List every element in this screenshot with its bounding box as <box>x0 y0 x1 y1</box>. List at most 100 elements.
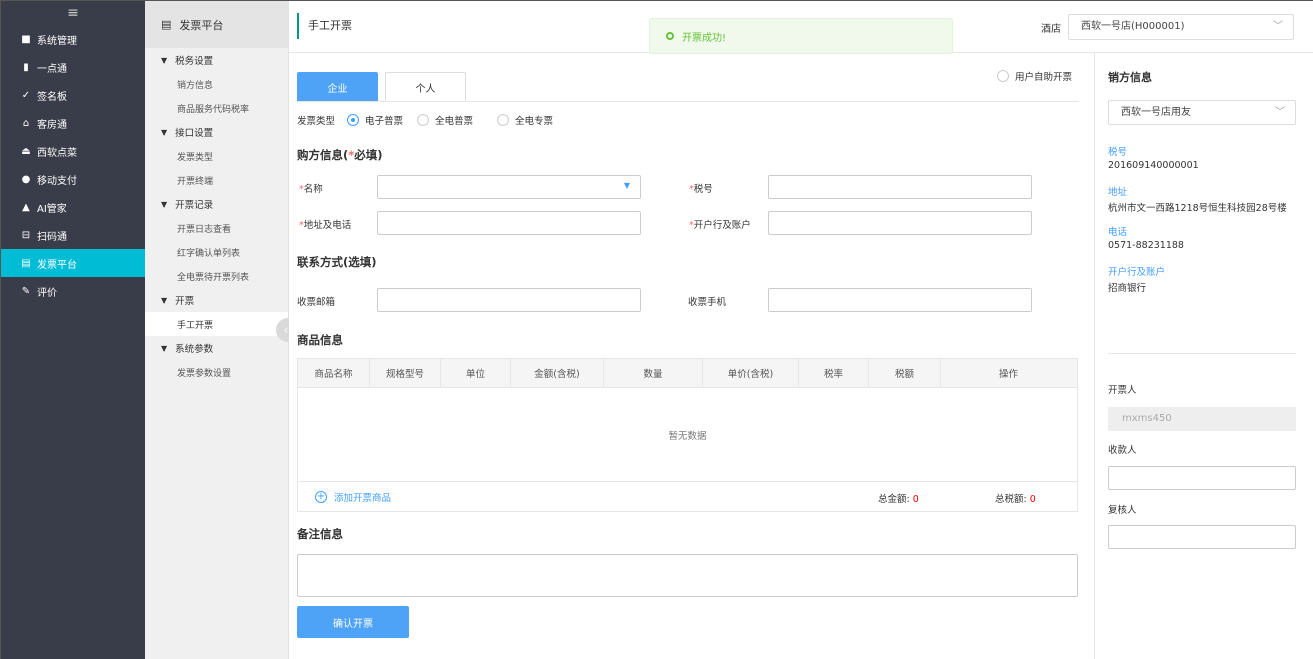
column-header: 数量 <box>604 359 703 387</box>
nav-item-label: 发票平台 <box>37 259 77 271</box>
pen-icon: ✓ <box>21 89 31 101</box>
sub-link[interactable]: 商品服务代码税率 <box>145 96 288 120</box>
email-label: 收票邮箱 <box>297 297 336 308</box>
nav-item[interactable]: ✎ 评价 <box>1 277 145 305</box>
grid-icon: ■ <box>21 33 31 45</box>
eject-icon: ⏏ <box>21 145 31 157</box>
bank-account-input[interactable] <box>768 211 1032 235</box>
sub-group[interactable]: ▼ 开票记录 <box>145 192 288 216</box>
sub-group-label: 系统参数 <box>175 344 214 355</box>
payment-icon: ● <box>21 173 31 185</box>
tax-number-label: *税号 <box>689 184 713 195</box>
sub-group[interactable]: ▼ 税务设置 <box>145 48 288 72</box>
sub-link[interactable]: 红字确认单列表 <box>145 240 288 264</box>
nav-item[interactable]: ■ 系统管理 <box>1 25 145 53</box>
seller-address-value: 杭州市文一西路1218号恒生科技园28号楼 <box>1108 203 1287 214</box>
seller-panel-title: 销方信息 <box>1108 71 1152 84</box>
column-header: 税率 <box>799 359 869 387</box>
tax-number-input[interactable] <box>768 175 1032 199</box>
tab-personal[interactable]: 个人 <box>385 72 466 102</box>
sub-group-label: 开票 <box>175 296 195 307</box>
nav-item[interactable]: ● 移动支付 <box>1 165 145 193</box>
sub-link[interactable]: 全电票待开票列表 <box>145 264 288 288</box>
nav-item[interactable]: ⏏ 西软点菜 <box>1 137 145 165</box>
nav-item[interactable]: ▲ AI管家 <box>1 193 145 221</box>
sub-link[interactable]: 发票参数设置 <box>145 360 288 384</box>
app-window: ≡ ■ 系统管理 ▮ 一点通 ✓ 签名板 ⌂ 客房通 ⏏ 西软点菜 ● 移动支付 ▲ AI管家 ⊟ 扫码通 ▤ 发… <box>0 0 1313 659</box>
drawer-label: 开票人 <box>1108 385 1137 396</box>
column-header: 单位 <box>441 359 511 387</box>
nav-item[interactable]: ▤ 发票平台 <box>1 249 145 277</box>
nav-item-label: 移动支付 <box>37 175 77 187</box>
bar-chart-icon: ▮ <box>23 61 29 73</box>
address-phone-input[interactable] <box>377 211 641 235</box>
sub-link[interactable]: 开票终端 <box>145 168 288 192</box>
invoice-type-option-full-normal[interactable]: 全电普票 <box>417 113 473 127</box>
seller-bank-value: 招商银行 <box>1108 283 1147 294</box>
caret-down-icon: ▼ <box>161 295 168 305</box>
invoice-type-option-full-special[interactable]: 全电专票 <box>497 113 553 127</box>
remark-textarea[interactable] <box>297 554 1078 597</box>
sub-group[interactable]: ▼ 系统参数 <box>145 336 288 360</box>
add-goods-button[interactable]: + 添加开票商品 <box>315 490 391 504</box>
confirm-invoice-button[interactable]: 确认开票 <box>297 606 409 638</box>
column-header: 规格型号 <box>370 359 441 387</box>
drawer-input: mxms450 <box>1108 407 1296 431</box>
seller-select-value: 西软一号店用友 <box>1121 107 1191 118</box>
nav-item[interactable]: ⌂ 客房通 <box>1 109 145 137</box>
page-title: 手工开票 <box>297 13 352 39</box>
sub-link[interactable]: 手工开票 <box>145 312 288 336</box>
seller-tax-value: 201609140000001 <box>1108 160 1199 171</box>
toast-message: 开票成功! <box>682 32 727 44</box>
tab-company[interactable]: 企业 <box>297 72 378 102</box>
nav-item-label: 西软点菜 <box>37 147 77 159</box>
reviewer-input[interactable] <box>1108 525 1296 549</box>
seller-address-key: 地址 <box>1108 187 1128 198</box>
invoice-type-group: 发票类型 电子普票 全电普票 全电专票 <box>297 113 553 127</box>
sub-link[interactable]: 销方信息 <box>145 72 288 96</box>
sub-sidebar-title: 发票平台 <box>179 18 224 32</box>
sub-group[interactable]: ▼ 接口设置 <box>145 120 288 144</box>
contact-section-title: 联系方式(选填) <box>297 255 377 269</box>
sub-link[interactable]: 发票类型 <box>145 144 288 168</box>
hamburger-menu-icon[interactable]: ≡ <box>1 1 145 25</box>
self-invoice-toggle[interactable]: 用户自助开票 <box>997 69 1072 83</box>
table-empty-text: 暂无数据 <box>668 430 707 442</box>
add-goods-label: 添加开票商品 <box>334 493 392 504</box>
sub-group[interactable]: ▼ 开票 <box>145 288 288 312</box>
goods-section-title: 商品信息 <box>297 333 343 347</box>
option-label: 全电普票 <box>435 116 474 127</box>
payee-label: 收款人 <box>1108 445 1137 456</box>
goods-table: 商品名称 规格型号 单位 金额(含税) 数量 单价(含税) 税率 税额 操作 暂无数据 + 添加… <box>297 358 1078 512</box>
radio-icon <box>997 70 1009 82</box>
nav-item-label: AI管家 <box>37 203 67 215</box>
nav-item[interactable]: ▮ 一点通 <box>1 53 145 81</box>
seller-panel: 销方信息 西软一号店用友 ﹀ 税号 201609140000001 地址 杭州市… <box>1094 53 1313 659</box>
nav-item-label: 客房通 <box>37 119 67 131</box>
nav-item[interactable]: ✓ 签名板 <box>1 81 145 109</box>
option-label: 全电专票 <box>515 116 554 127</box>
mobile-input[interactable] <box>768 288 1032 312</box>
nav-item-label: 评价 <box>37 287 57 299</box>
invoice-type-option-e[interactable]: 电子普票 <box>347 113 403 127</box>
chevron-down-icon: ﹀ <box>1273 21 1283 32</box>
seller-bank-key: 开户行及账户 <box>1108 267 1166 278</box>
mobile-label: 收票手机 <box>688 297 727 308</box>
seller-tax-key: 税号 <box>1108 147 1128 158</box>
goods-table-footer: + 添加开票商品 总金额: 0 总税额: 0 <box>298 481 1077 511</box>
nav-item-label: 扫码通 <box>37 231 67 243</box>
caret-down-icon: ▼ <box>161 55 168 65</box>
nav-item[interactable]: ⊟ 扫码通 <box>1 221 145 249</box>
buyer-section-title: 购方信息(*必填) <box>297 148 383 162</box>
sub-link[interactable]: 开票日志查看 <box>145 216 288 240</box>
caret-down-icon: ▼ <box>161 127 168 137</box>
payee-input[interactable] <box>1108 466 1296 490</box>
hotel-select[interactable]: 西软一号店(H000001) ﹀ <box>1068 14 1294 40</box>
edit-icon: ✎ <box>21 285 31 297</box>
invoice-icon: ▤ <box>161 18 172 31</box>
seller-select[interactable]: 西软一号店用友 ﹀ <box>1108 100 1296 125</box>
buyer-name-select[interactable]: ▼ <box>377 175 641 199</box>
tab-divider <box>297 101 1079 102</box>
radio-selected-icon <box>347 114 360 126</box>
email-input[interactable] <box>377 288 641 312</box>
